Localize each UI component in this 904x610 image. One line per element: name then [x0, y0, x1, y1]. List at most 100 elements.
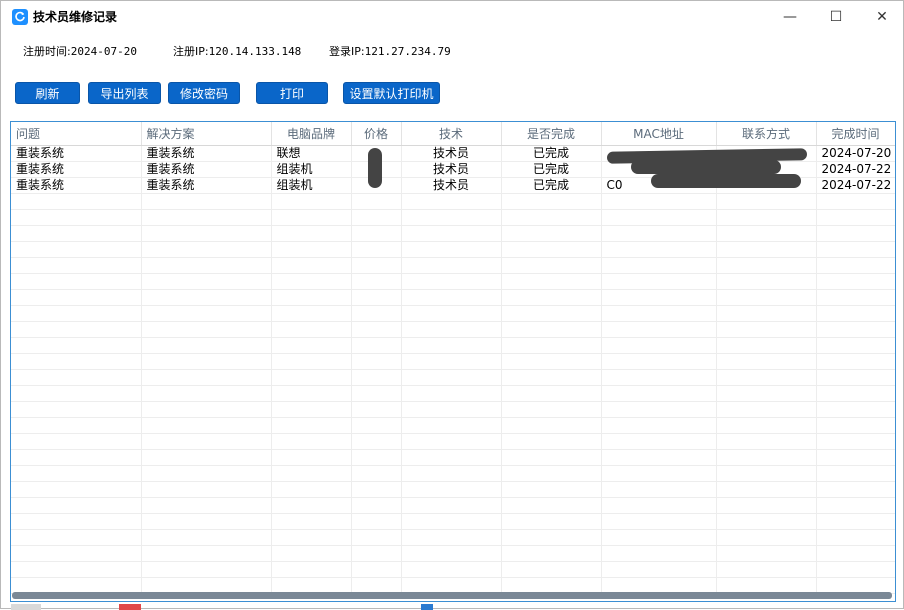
empty-cell — [816, 545, 895, 562]
redaction-mac-contact-2 — [631, 160, 781, 174]
empty-cell — [351, 497, 402, 514]
empty-cell — [271, 241, 352, 258]
minimize-button[interactable]: — — [767, 1, 813, 33]
empty-cell — [716, 225, 817, 242]
empty-cell — [716, 289, 817, 306]
empty-cell — [501, 417, 602, 434]
empty-cell — [501, 401, 602, 418]
empty-cell — [271, 337, 352, 354]
empty-cell — [271, 449, 352, 466]
empty-cell — [11, 545, 142, 562]
empty-cell — [601, 465, 717, 482]
cell-finish-time: 2024-07-20 — [816, 145, 895, 162]
column-header-mac[interactable]: MAC地址 — [601, 122, 717, 146]
column-header-technician[interactable]: 技术 — [401, 122, 502, 146]
empty-cell — [601, 481, 717, 498]
empty-rows — [11, 193, 895, 594]
empty-cell — [11, 561, 142, 578]
maximize-button[interactable]: ☐ — [813, 1, 859, 33]
empty-cell — [11, 337, 142, 354]
records-table: 问题 解决方案 电脑品牌 价格 技术 是否完成 MAC地址 联系方式 完成时间 … — [11, 122, 895, 594]
column-header-contact[interactable]: 联系方式 — [716, 122, 817, 146]
empty-cell — [351, 273, 402, 290]
register-time-value: 2024-07-20 — [70, 45, 137, 58]
empty-cell — [141, 561, 272, 578]
empty-cell — [271, 529, 352, 546]
empty-cell — [141, 465, 272, 482]
main-window: 技术员维修记录 — ☐ ✕ 注册时间:2024-07-20 注册IP:120.1… — [0, 0, 904, 610]
empty-cell — [271, 305, 352, 322]
empty-cell — [11, 193, 142, 210]
empty-cell — [816, 289, 895, 306]
empty-cell — [816, 305, 895, 322]
empty-cell — [351, 305, 402, 322]
empty-cell — [601, 449, 717, 466]
empty-cell — [11, 401, 142, 418]
empty-cell — [501, 369, 602, 386]
empty-cell — [351, 289, 402, 306]
empty-cell — [271, 321, 352, 338]
column-header-finish-time[interactable]: 完成时间 — [816, 122, 895, 146]
set-default-printer-button[interactable]: 设置默认打印机 — [343, 82, 440, 104]
horizontal-scrollbar[interactable] — [12, 592, 892, 599]
empty-cell — [816, 337, 895, 354]
empty-row — [11, 481, 895, 498]
empty-cell — [141, 497, 272, 514]
empty-cell — [401, 273, 502, 290]
empty-cell — [11, 513, 142, 530]
empty-cell — [716, 513, 817, 530]
column-header-issue[interactable]: 问题 — [11, 122, 142, 146]
empty-cell — [271, 481, 352, 498]
empty-cell — [401, 449, 502, 466]
cell-issue: 重装系统 — [11, 145, 142, 162]
empty-cell — [351, 209, 402, 226]
empty-cell — [271, 561, 352, 578]
change-password-button[interactable]: 修改密码 — [168, 82, 240, 104]
empty-cell — [141, 513, 272, 530]
empty-cell — [501, 529, 602, 546]
title-bar[interactable]: 技术员维修记录 — ☐ ✕ — [1, 1, 903, 33]
column-header-brand[interactable]: 电脑品牌 — [271, 122, 352, 146]
empty-cell — [401, 497, 502, 514]
register-ip: 注册IP:120.14.133.148 — [173, 45, 301, 59]
empty-cell — [601, 305, 717, 322]
refresh-button[interactable]: 刷新 — [15, 82, 80, 104]
empty-cell — [716, 273, 817, 290]
cell-brand: 组装机 — [271, 177, 352, 194]
empty-cell — [601, 513, 717, 530]
print-button[interactable]: 打印 — [256, 82, 328, 104]
empty-cell — [401, 465, 502, 482]
empty-cell — [716, 401, 817, 418]
empty-cell — [11, 273, 142, 290]
empty-cell — [601, 225, 717, 242]
empty-cell — [401, 561, 502, 578]
empty-cell — [501, 513, 602, 530]
empty-cell — [716, 305, 817, 322]
column-header-solution[interactable]: 解决方案 — [141, 122, 272, 146]
records-grid[interactable]: 问题 解决方案 电脑品牌 价格 技术 是否完成 MAC地址 联系方式 完成时间 … — [10, 121, 896, 602]
column-header-completed[interactable]: 是否完成 — [501, 122, 602, 146]
empty-cell — [601, 209, 717, 226]
empty-cell — [816, 449, 895, 466]
empty-cell — [11, 497, 142, 514]
empty-cell — [11, 529, 142, 546]
empty-cell — [716, 321, 817, 338]
empty-cell — [501, 481, 602, 498]
empty-row — [11, 433, 895, 450]
export-list-button[interactable]: 导出列表 — [88, 82, 161, 104]
empty-cell — [401, 433, 502, 450]
empty-cell — [351, 449, 402, 466]
empty-cell — [816, 433, 895, 450]
empty-cell — [141, 209, 272, 226]
empty-cell — [816, 417, 895, 434]
empty-cell — [816, 225, 895, 242]
refresh-icon — [12, 9, 28, 25]
column-header-price[interactable]: 价格 — [351, 122, 402, 146]
empty-cell — [141, 257, 272, 274]
empty-cell — [351, 417, 402, 434]
empty-cell — [501, 305, 602, 322]
empty-cell — [351, 481, 402, 498]
empty-cell — [141, 385, 272, 402]
close-button[interactable]: ✕ — [859, 1, 904, 33]
empty-cell — [816, 481, 895, 498]
